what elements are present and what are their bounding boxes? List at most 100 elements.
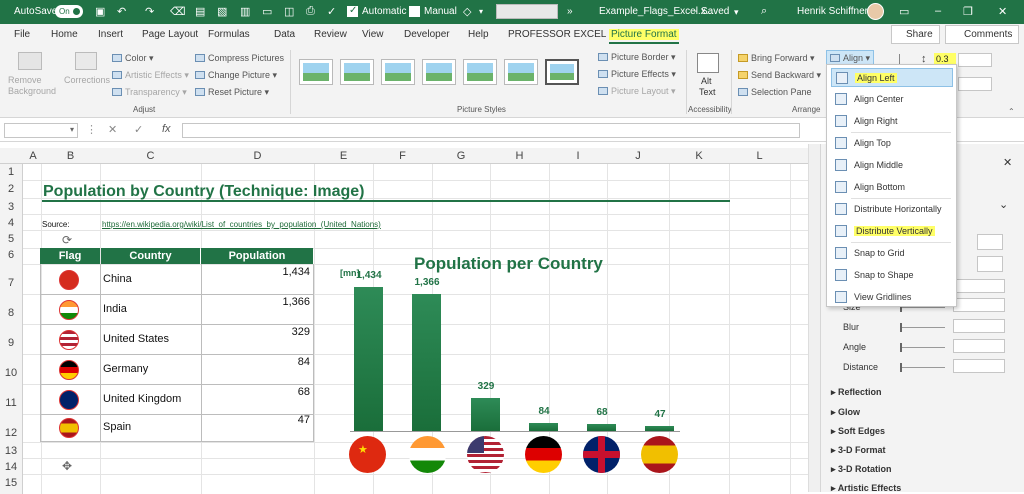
- row-header[interactable]: 10: [0, 367, 22, 379]
- enter-icon[interactable]: ✓: [134, 123, 143, 136]
- picture-style-1[interactable]: [299, 59, 333, 85]
- eraser-icon[interactable]: ◇: [463, 5, 471, 18]
- flag-germany-icon[interactable]: [59, 360, 79, 380]
- flag-china-icon[interactable]: [59, 270, 79, 290]
- column-header[interactable]: G: [432, 150, 490, 162]
- snap-to-shape-item[interactable]: Snap to Shape: [831, 266, 953, 285]
- column-header[interactable]: J: [607, 150, 669, 162]
- avatar[interactable]: [867, 3, 884, 20]
- size-slider[interactable]: [900, 303, 945, 312]
- compress-pictures-button[interactable]: Compress Pictures: [195, 53, 284, 63]
- row-header[interactable]: 9: [0, 337, 22, 349]
- shadow-preset-picker[interactable]: [977, 256, 1003, 272]
- artistic-effects-button[interactable]: Artistic Effects ▾: [112, 70, 189, 81]
- align-bottom-item[interactable]: Align Bottom: [831, 178, 953, 197]
- recent-icon[interactable]: ◫: [284, 5, 294, 18]
- bring-forward-button[interactable]: Bring Forward ▾: [738, 53, 815, 64]
- close-icon[interactable]: ✕: [998, 5, 1007, 18]
- picture-style-4[interactable]: [422, 59, 456, 85]
- country-cell[interactable]: China: [103, 273, 132, 285]
- redo-icon[interactable]: ↷: [145, 5, 154, 18]
- flag-usa-icon[interactable]: [59, 330, 79, 350]
- selection-pane-button[interactable]: Selection Pane: [738, 87, 812, 97]
- chart-bar[interactable]: [645, 426, 674, 431]
- undo-icon[interactable]: ↶: [117, 5, 126, 18]
- alt-text-label-1[interactable]: Alt: [701, 76, 712, 86]
- column-header[interactable]: E: [314, 150, 373, 162]
- height-spinner[interactable]: [958, 53, 992, 67]
- tab-formulas[interactable]: Formulas: [208, 29, 250, 40]
- more-commands[interactable]: »: [567, 6, 573, 17]
- row-header[interactable]: 1: [0, 166, 22, 178]
- chart-bar[interactable]: [354, 287, 383, 431]
- population-cell[interactable]: 68: [210, 386, 310, 398]
- formula-input[interactable]: [182, 123, 800, 138]
- share-button[interactable]: Share: [891, 25, 940, 44]
- angle-slider[interactable]: [900, 343, 945, 352]
- align-center-item[interactable]: Align Center: [831, 90, 953, 109]
- column-header[interactable]: C: [100, 150, 201, 162]
- collapse-ribbon-icon[interactable]: ⌃: [1008, 107, 1015, 116]
- tab-help[interactable]: Help: [468, 29, 489, 40]
- minimize-icon[interactable]: –: [935, 5, 941, 17]
- column-header[interactable]: B: [41, 150, 100, 162]
- align-middle-item[interactable]: Align Middle: [831, 156, 953, 175]
- picture-border-button[interactable]: Picture Border ▾: [598, 52, 676, 63]
- flag-uk-icon[interactable]: [59, 390, 79, 410]
- send-backward-button[interactable]: Send Backward ▾: [738, 70, 821, 81]
- align-right-item[interactable]: Align Right: [831, 112, 953, 131]
- row-header[interactable]: 11: [0, 397, 22, 409]
- population-cell[interactable]: 1,366: [210, 296, 310, 308]
- picture-layout-button[interactable]: Picture Layout ▾: [598, 86, 676, 97]
- column-header[interactable]: A: [25, 150, 41, 162]
- blur-slider[interactable]: [900, 323, 945, 332]
- align-left-item[interactable]: Align Left: [831, 68, 953, 87]
- country-cell[interactable]: India: [103, 303, 127, 315]
- tab-data[interactable]: Data: [274, 29, 295, 40]
- flag-india-icon[interactable]: [59, 300, 79, 320]
- automatic-checkbox[interactable]: [347, 5, 358, 17]
- blur-input[interactable]: [953, 319, 1005, 333]
- column-header[interactable]: L: [729, 150, 790, 162]
- distribute-horizontally-item[interactable]: Distribute Horizontally: [831, 200, 953, 219]
- alt-text-label-2[interactable]: Text: [699, 87, 716, 97]
- row-header[interactable]: 7: [0, 277, 22, 289]
- change-picture-button[interactable]: Change Picture ▾: [195, 70, 277, 81]
- section-reflection[interactable]: ▸ Reflection: [831, 387, 882, 398]
- search-icon[interactable]: ⌕: [761, 5, 767, 18]
- chart-bar[interactable]: [587, 424, 616, 431]
- row-header[interactable]: 6: [0, 249, 22, 261]
- open-folder-icon[interactable]: ▤: [195, 5, 205, 18]
- column-header[interactable]: F: [373, 150, 432, 162]
- picture-style-2[interactable]: [340, 59, 374, 85]
- shadow-color-picker[interactable]: [977, 234, 1003, 250]
- picture-style-7[interactable]: [545, 59, 579, 85]
- print-icon[interactable]: ⎙: [306, 5, 315, 18]
- distance-input[interactable]: [953, 359, 1005, 373]
- angle-input[interactable]: [953, 339, 1005, 353]
- chart-bar[interactable]: [471, 397, 500, 431]
- distance-slider[interactable]: [900, 363, 945, 372]
- section-glow[interactable]: ▸ Glow: [831, 407, 860, 418]
- pane-close-icon[interactable]: ✕: [1003, 156, 1012, 169]
- row-header[interactable]: 4: [0, 217, 22, 229]
- row-header[interactable]: 12: [0, 427, 22, 439]
- manual-checkbox[interactable]: [409, 6, 420, 17]
- spell-check-icon[interactable]: ✓: [327, 5, 336, 18]
- pane-expand-icon[interactable]: ⌄: [999, 198, 1008, 211]
- autosave-toggle[interactable]: On: [55, 5, 83, 18]
- picture-style-3[interactable]: [381, 59, 415, 85]
- tab-insert[interactable]: Insert: [98, 29, 123, 40]
- row-header[interactable]: 5: [0, 233, 22, 245]
- flag-spain-icon[interactable]: [59, 418, 79, 438]
- size-input[interactable]: [953, 279, 1005, 293]
- section-artistic-effects[interactable]: ▸ Artistic Effects: [831, 483, 901, 494]
- population-cell[interactable]: 1,434: [210, 266, 310, 278]
- chevron-down-icon[interactable]: ▾: [734, 7, 739, 18]
- tab-page-layout[interactable]: Page Layout: [142, 29, 198, 40]
- section-3d-rotation[interactable]: ▸ 3-D Rotation: [831, 464, 892, 475]
- tab-professor-excel[interactable]: PROFESSOR EXCEL: [508, 29, 606, 40]
- column-header[interactable]: H: [490, 150, 549, 162]
- source-link[interactable]: https://en.wikipedia.org/wiki/List_of_co…: [102, 220, 381, 229]
- remove-background-label-2[interactable]: Background: [8, 86, 56, 96]
